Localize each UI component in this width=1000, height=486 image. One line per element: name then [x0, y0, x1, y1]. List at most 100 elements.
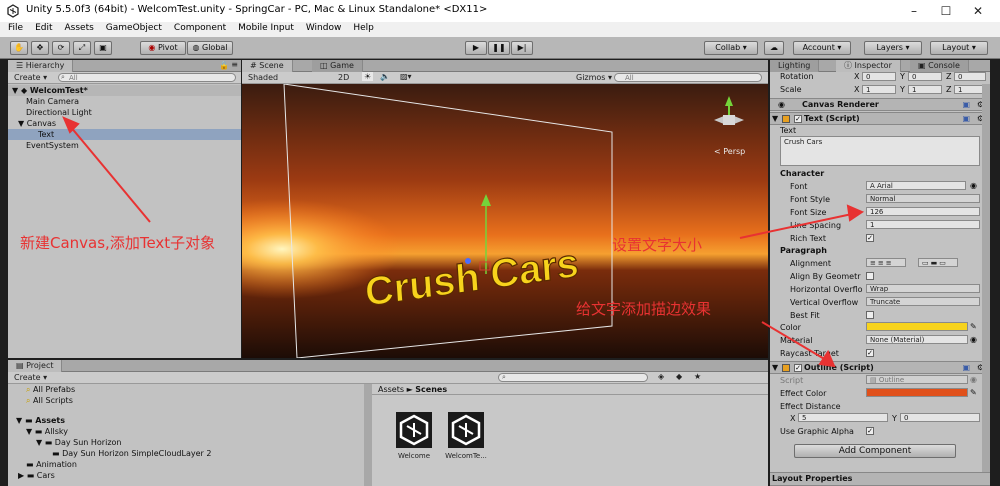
raycast-target-checkbox[interactable]: ✓: [866, 349, 874, 357]
font-field[interactable]: A Arial: [866, 181, 966, 190]
eyedropper-icon[interactable]: ✎: [970, 322, 977, 331]
scene-asset[interactable]: WelcomTe...: [445, 410, 487, 460]
scale-x-field[interactable]: 1: [862, 85, 896, 94]
font-size-field[interactable]: 126: [866, 207, 980, 216]
play-button[interactable]: ▶: [465, 41, 487, 55]
vertical-overflow-dropdown[interactable]: Truncate: [866, 297, 980, 306]
step-button[interactable]: ▶|: [511, 41, 533, 55]
folder-item[interactable]: ▬ Day Sun Horizon SimpleCloudLayer 2: [8, 448, 363, 459]
menu-help[interactable]: Help: [345, 22, 378, 33]
scene-search-input[interactable]: All: [614, 73, 762, 82]
list-item[interactable]: ▼ Canvas: [8, 118, 241, 129]
menu-window[interactable]: Window: [298, 22, 346, 33]
scene-root[interactable]: ▼ ◆ WelcomTest*: [8, 85, 241, 96]
scale-tool-icon[interactable]: ⤢: [73, 41, 91, 55]
folder-item[interactable]: ▬ Animation: [8, 459, 363, 470]
tab-console[interactable]: ▣ Console: [910, 60, 969, 72]
persp-label[interactable]: < Persp: [714, 147, 745, 156]
breadcrumb-root[interactable]: Assets: [378, 385, 404, 394]
collab-button[interactable]: Collab ▾: [704, 41, 758, 55]
tab-hierarchy[interactable]: ☰ Hierarchy: [8, 60, 74, 72]
folder-item[interactable]: ▼ ▬ Allsky: [8, 426, 363, 437]
help-icon[interactable]: ▣: [962, 363, 970, 372]
rotation-z-field[interactable]: 0: [954, 72, 986, 81]
project-create-dropdown[interactable]: Create ▾: [14, 373, 47, 382]
menu-assets[interactable]: Assets: [57, 22, 98, 33]
text-color-swatch[interactable]: [866, 322, 968, 331]
menu-mobile-input[interactable]: Mobile Input: [230, 22, 298, 33]
effect-distance-y-field[interactable]: 0: [900, 413, 980, 422]
eyedropper-icon[interactable]: ✎: [970, 388, 977, 397]
horizontal-overflow-dropdown[interactable]: Wrap: [866, 284, 980, 293]
effects-toggle-icon[interactable]: ▨▾: [400, 72, 412, 81]
create-dropdown[interactable]: Create ▾: [14, 73, 47, 82]
use-graphic-alpha-checkbox[interactable]: ✓: [866, 427, 874, 435]
menu-file[interactable]: File: [0, 22, 27, 33]
list-item-selected[interactable]: Text: [8, 129, 241, 140]
horizontal-align-buttons[interactable]: ≡≡≡: [866, 258, 906, 267]
font-style-dropdown[interactable]: Normal: [866, 194, 980, 203]
text-value-area[interactable]: Crush Cars: [780, 136, 980, 166]
close-icon[interactable]: ✕: [970, 3, 986, 19]
canvas-renderer-header[interactable]: ◉ Canvas Renderer ▣ ⚙: [770, 98, 990, 111]
minimize-icon[interactable]: –: [906, 3, 922, 19]
layers-button[interactable]: Layers ▾: [864, 41, 922, 55]
tab-scene[interactable]: # Scene: [242, 60, 293, 72]
menu-gameobject[interactable]: GameObject: [98, 22, 166, 33]
pivot-toggle[interactable]: ◉ Pivot: [140, 41, 186, 55]
rotation-x-field[interactable]: 0: [862, 72, 896, 81]
move-tool-icon[interactable]: ✥: [31, 41, 49, 55]
effect-distance-x-field[interactable]: 5: [798, 413, 888, 422]
folder-item[interactable]: ▼ ▬ Day Sun Horizon: [8, 437, 363, 448]
help-icon[interactable]: ▣: [962, 100, 970, 109]
breadcrumb-leaf[interactable]: Scenes: [415, 385, 447, 394]
text-enabled-checkbox[interactable]: ✓: [794, 115, 802, 123]
inspector-scrollbar[interactable]: [982, 84, 990, 472]
filter-label-icon[interactable]: ◆: [676, 372, 682, 381]
favorite-item[interactable]: ⌕ All Prefabs: [8, 384, 363, 395]
layout-properties-header[interactable]: Layout Properties: [770, 472, 990, 486]
align-by-geometry-checkbox[interactable]: [866, 272, 874, 280]
list-item[interactable]: Directional Light: [8, 107, 241, 118]
audio-toggle-icon[interactable]: 🔈: [380, 72, 390, 81]
pause-button[interactable]: ❚❚: [488, 41, 510, 55]
lock-icon[interactable]: 🔒: [219, 61, 229, 70]
line-spacing-field[interactable]: 1: [866, 220, 980, 229]
folder-item[interactable]: ▶ ▬ Cars: [8, 470, 363, 481]
2d-toggle[interactable]: 2D: [338, 73, 349, 82]
panel-menu-icon[interactable]: ≡: [231, 60, 238, 69]
cloud-icon[interactable]: ☁: [764, 41, 784, 55]
tab-inspector[interactable]: ⓘ Inspector: [836, 60, 901, 72]
folder-item[interactable]: ▼ ▬ Assets: [8, 415, 363, 426]
help-icon[interactable]: ▣: [962, 114, 970, 123]
tab-lighting[interactable]: Lighting: [770, 60, 820, 72]
rotate-tool-icon[interactable]: ⟳: [52, 41, 70, 55]
scale-y-field[interactable]: 1: [908, 85, 942, 94]
gizmos-dropdown[interactable]: Gizmos ▾: [576, 73, 612, 82]
menu-component[interactable]: Component: [166, 22, 230, 33]
add-component-button[interactable]: Add Component: [794, 444, 956, 458]
effect-color-swatch[interactable]: [866, 388, 968, 397]
account-button[interactable]: Account ▾: [793, 41, 851, 55]
outline-script-header[interactable]: ▼ ✓ Outline (Script) ▣ ⚙: [770, 361, 990, 374]
layout-button[interactable]: Layout ▾: [930, 41, 988, 55]
tree-scrollbar[interactable]: [364, 384, 372, 486]
rect-tool-icon[interactable]: ▣: [94, 41, 112, 55]
object-picker-icon[interactable]: ◉: [970, 335, 977, 344]
shading-dropdown[interactable]: Shaded: [248, 73, 278, 82]
scene-asset[interactable]: Welcome: [394, 410, 434, 460]
project-search-input[interactable]: [498, 373, 648, 382]
list-item[interactable]: EventSystem: [8, 140, 241, 151]
text-script-header[interactable]: ▼ ✓ Text (Script) ▣ ⚙: [770, 112, 990, 125]
rotation-y-field[interactable]: 0: [908, 72, 942, 81]
material-field[interactable]: None (Material): [866, 335, 968, 344]
vertical-align-buttons[interactable]: ▭▬▭: [918, 258, 958, 267]
object-picker-icon[interactable]: ◉: [970, 181, 977, 190]
rich-text-checkbox[interactable]: ✓: [866, 234, 874, 242]
menu-edit[interactable]: Edit: [27, 22, 56, 33]
list-item[interactable]: Main Camera: [8, 96, 241, 107]
star-icon[interactable]: ★: [694, 372, 701, 381]
tab-game[interactable]: ◫ Game: [312, 60, 363, 72]
tab-project[interactable]: ▤ Project: [8, 360, 63, 372]
lighting-toggle-icon[interactable]: ☀: [362, 72, 374, 81]
